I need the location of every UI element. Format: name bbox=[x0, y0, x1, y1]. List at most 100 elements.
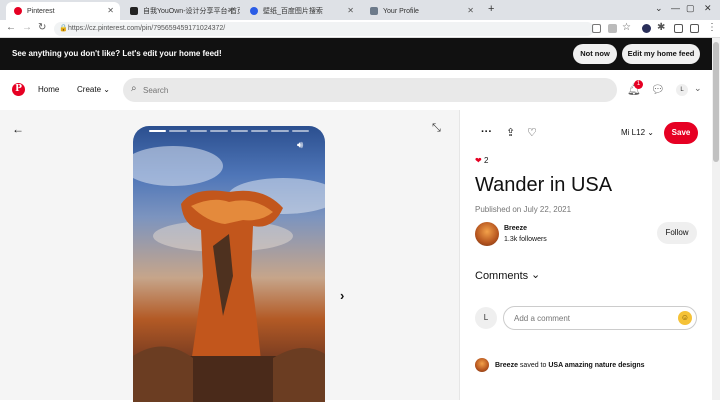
close-tab-icon[interactable]: ✕ bbox=[467, 6, 474, 15]
pin-details-pane: ··· ⇪ ♡ Mi L12 ⌄ Save ❤ 2 Wander in USA … bbox=[460, 110, 712, 400]
tab-title: Pinterest bbox=[27, 7, 55, 15]
close-window-icon[interactable]: ✕ bbox=[704, 3, 712, 14]
notification-badge: 1 bbox=[634, 80, 643, 89]
home-feed-banner: See anything you don't like? Let's edit … bbox=[0, 38, 712, 70]
sound-icon[interactable]: 🔊︎ bbox=[297, 140, 303, 151]
close-tab-icon[interactable]: ✕ bbox=[107, 6, 114, 15]
saved-board-link[interactable]: USA amazing nature designs bbox=[548, 362, 644, 369]
board-selector[interactable]: Mi L12 ⌄ bbox=[621, 128, 654, 137]
browser-tab-baidu[interactable]: 壁纸_百度图片搜索 ✕ bbox=[242, 2, 360, 20]
share-icon[interactable]: ⇪ bbox=[506, 126, 515, 139]
search-input[interactable] bbox=[143, 83, 603, 97]
creator-followers: 1.3k followers bbox=[504, 236, 547, 243]
new-tab-button[interactable]: + bbox=[488, 3, 494, 15]
tab-title: 壁纸_百度图片搜索 bbox=[263, 8, 323, 15]
comment-box[interactable]: ☺ bbox=[503, 306, 697, 330]
saver-avatar[interactable] bbox=[475, 358, 489, 372]
comment-input[interactable] bbox=[514, 312, 664, 325]
story-segment bbox=[149, 130, 167, 132]
saved-to-line: Breeze saved to USA amazing nature desig… bbox=[495, 362, 645, 369]
story-segment bbox=[271, 130, 289, 132]
story-progress bbox=[149, 130, 309, 132]
story-segment bbox=[189, 130, 208, 132]
forward-arrow-icon[interactable]: → bbox=[22, 22, 32, 33]
saver-name[interactable]: Breeze bbox=[495, 362, 518, 369]
creator-avatar[interactable] bbox=[475, 222, 499, 246]
url-text: https://cz.pinterest.com/pin/79565945917… bbox=[68, 25, 226, 32]
rock-formation-image bbox=[133, 146, 325, 402]
chevron-down-icon[interactable]: ⌄ bbox=[531, 268, 540, 281]
comments-heading[interactable]: Comments bbox=[475, 270, 528, 282]
user-avatar[interactable]: L bbox=[676, 84, 688, 96]
screenshot-icon[interactable] bbox=[690, 24, 699, 33]
chevron-down-icon: ⌄ bbox=[103, 85, 110, 94]
browser-tab-profile[interactable]: Your Profile ✕ bbox=[362, 2, 480, 20]
story-segment bbox=[169, 130, 187, 132]
story-segment bbox=[250, 130, 269, 132]
browser-tab-pinterest[interactable]: Pinterest ✕ bbox=[6, 2, 120, 20]
reaction-count-value: 2 bbox=[483, 156, 489, 165]
reload-icon[interactable]: ↻ bbox=[38, 22, 46, 33]
reaction-count[interactable]: ❤ 2 bbox=[475, 156, 488, 165]
tab-title: Your Profile bbox=[383, 7, 419, 15]
browser-tab-strip: Pinterest ✕ 自我YouOwn-设计分享平台-首页 ✕ 壁纸_百度图片… bbox=[0, 0, 720, 20]
sidepanel-icon[interactable] bbox=[674, 24, 683, 33]
messages-icon[interactable]: 💬︎ bbox=[651, 83, 665, 96]
search-icon: ⌕ bbox=[131, 83, 137, 94]
url-field[interactable]: 🔒 https://cz.pinterest.com/pin/795659459… bbox=[54, 22, 594, 36]
extension-icon[interactable] bbox=[642, 24, 651, 33]
page-scrollbar[interactable] bbox=[712, 38, 720, 400]
tab-title: 自我YouOwn-设计分享平台-首页 bbox=[143, 8, 240, 15]
home-link[interactable]: Home bbox=[38, 85, 59, 94]
story-segment bbox=[291, 130, 309, 132]
creator-name[interactable]: Breeze bbox=[504, 225, 527, 232]
browser-tab-youown[interactable]: 自我YouOwn-设计分享平台-首页 ✕ bbox=[122, 2, 240, 20]
heart-reaction-icon: ❤ bbox=[475, 156, 482, 165]
close-tab-icon[interactable]: ✕ bbox=[347, 6, 354, 15]
save-button[interactable]: Save bbox=[664, 122, 698, 144]
saved-to-text: saved to bbox=[519, 362, 547, 369]
more-options-icon[interactable]: ··· bbox=[481, 126, 492, 138]
pinterest-logo-icon[interactable]: P bbox=[12, 83, 25, 96]
pin-media-pane: ← ⤡ 🔊︎ › bbox=[0, 110, 459, 402]
back-arrow-icon[interactable]: ← bbox=[12, 122, 24, 136]
chevron-down-icon[interactable]: ⌄ bbox=[655, 3, 663, 14]
create-menu[interactable]: Create ⌄ bbox=[77, 85, 110, 94]
close-tab-icon[interactable]: ✕ bbox=[227, 6, 234, 15]
next-arrow-icon[interactable]: › bbox=[340, 288, 344, 303]
story-segment bbox=[210, 130, 228, 132]
board-name: Mi L12 bbox=[621, 128, 646, 137]
chevron-down-icon: ⌄ bbox=[647, 128, 654, 137]
story-segment bbox=[230, 130, 248, 132]
published-date: Published on July 22, 2021 bbox=[475, 205, 572, 214]
address-bar-row: ← → ↻ 🔒 https://cz.pinterest.com/pin/795… bbox=[0, 20, 720, 38]
extensions-puzzle-icon[interactable]: ✱ bbox=[657, 22, 665, 33]
heart-outline-icon[interactable]: ♡ bbox=[527, 126, 537, 139]
emoji-icon[interactable]: ☺ bbox=[678, 311, 692, 325]
scrollbar-thumb[interactable] bbox=[713, 42, 719, 162]
back-arrow-icon[interactable]: ← bbox=[6, 22, 16, 33]
menu-dots-icon[interactable]: ⋮ bbox=[707, 22, 717, 33]
site-header: P Home Create ⌄ ⌕ 🔔︎ 1 💬︎ L ⌄ bbox=[0, 70, 712, 110]
pin-title: Wander in USA bbox=[475, 174, 613, 196]
share-icon[interactable] bbox=[608, 24, 617, 33]
account-chevron-down-icon[interactable]: ⌄ bbox=[694, 83, 702, 94]
banner-message: See anything you don't like? Let's edit … bbox=[12, 49, 222, 58]
profile-favicon-icon bbox=[370, 7, 378, 15]
lock-icon: 🔒 bbox=[59, 25, 68, 32]
youown-favicon-icon bbox=[130, 7, 138, 15]
edit-home-feed-button[interactable]: Edit my home feed bbox=[622, 44, 700, 64]
pinterest-favicon-icon bbox=[14, 7, 22, 15]
pin-story-image[interactable]: 🔊︎ bbox=[133, 126, 325, 402]
commenter-avatar: L bbox=[475, 307, 497, 329]
install-icon[interactable] bbox=[592, 24, 601, 33]
expand-icon[interactable]: ⤡ bbox=[432, 122, 441, 135]
restore-icon[interactable]: ▢ bbox=[686, 3, 695, 14]
bookmark-star-icon[interactable]: ☆ bbox=[622, 22, 631, 33]
not-now-button[interactable]: Not now bbox=[573, 44, 617, 64]
search-bar[interactable]: ⌕ bbox=[123, 78, 617, 102]
minimize-icon[interactable]: — bbox=[671, 3, 680, 13]
follow-button[interactable]: Follow bbox=[657, 222, 697, 244]
create-label: Create bbox=[77, 85, 102, 94]
baidu-favicon-icon bbox=[250, 7, 258, 15]
